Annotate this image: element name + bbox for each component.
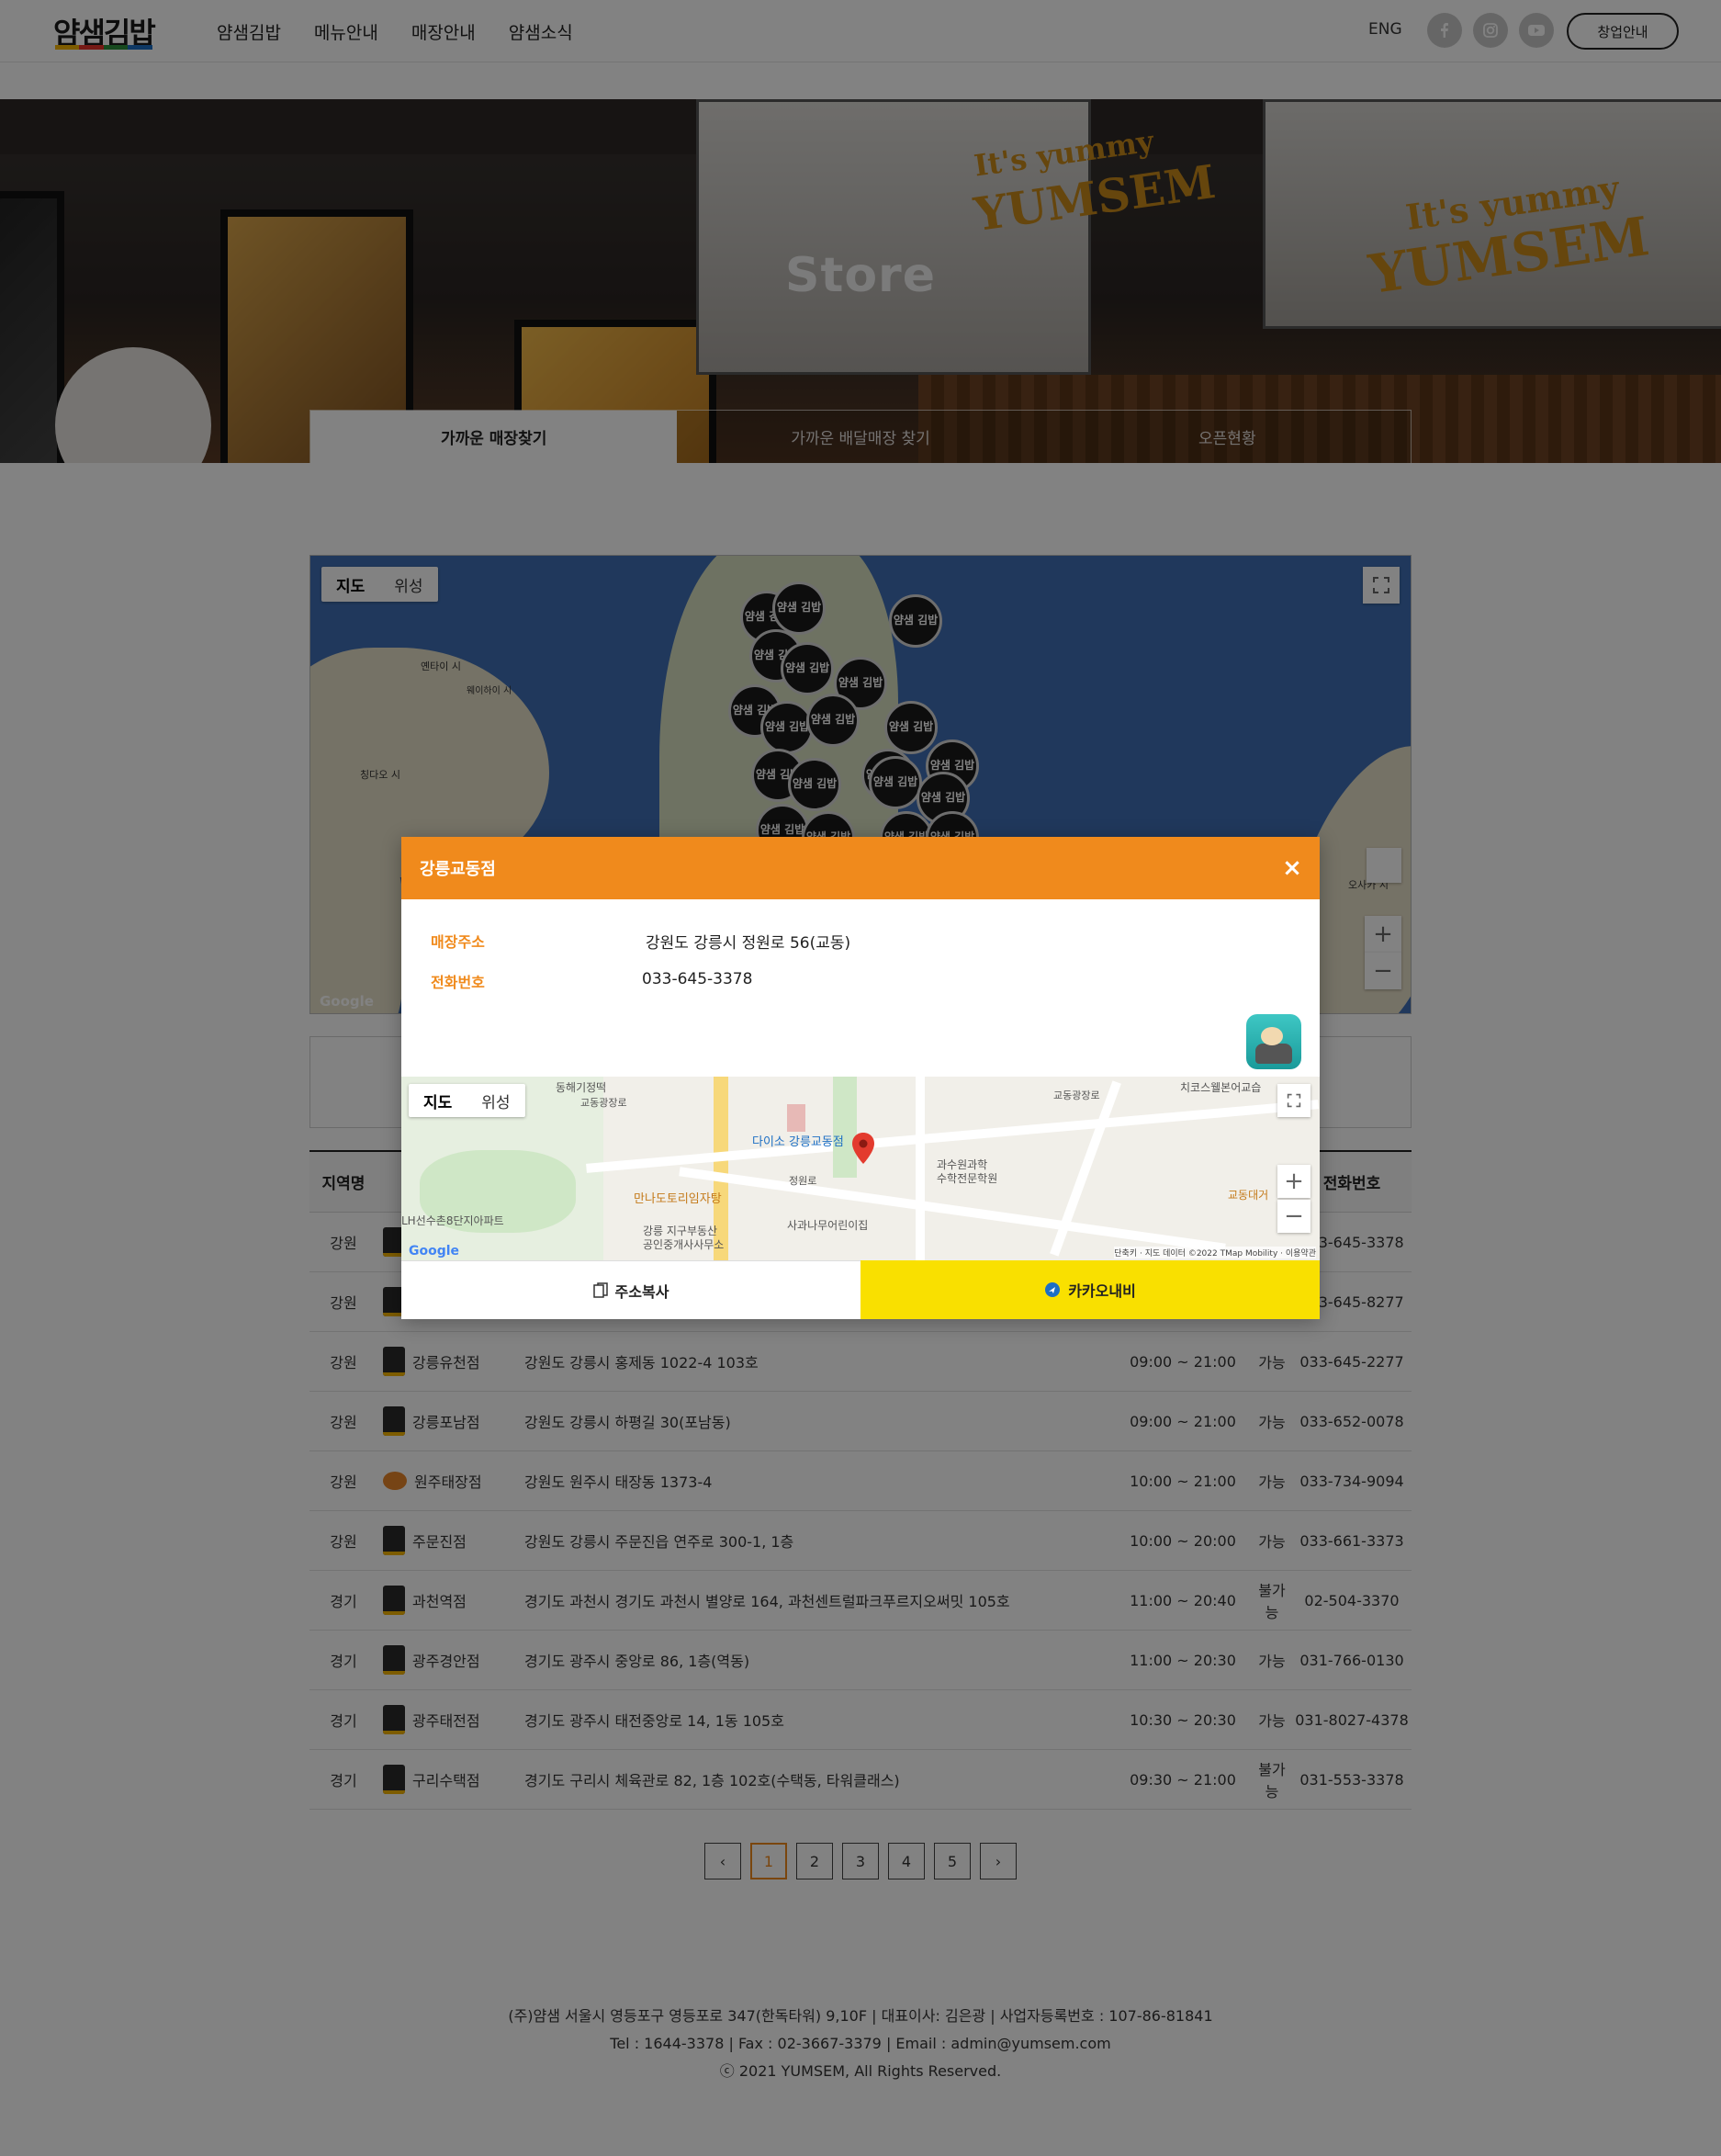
map-label-realty-2: 공인중개사사무소 [643, 1238, 725, 1251]
map-label-daiso: 다이소 강릉교동점 [752, 1135, 844, 1149]
kakao-navi-button[interactable]: 카카오내비 [860, 1260, 1320, 1319]
copy-address-button[interactable]: 주소복사 [401, 1260, 860, 1319]
modal-info: 매장주소 강원도 강릉시 정원로 56(교동) 전화번호 033-645-337… [401, 899, 1320, 1077]
copy-icon [592, 1281, 608, 1298]
copy-address-label: 주소복사 [614, 1282, 669, 1301]
modal-actions: 주소복사 카카오내비 [401, 1260, 1320, 1319]
modal-fullscreen-icon[interactable] [1277, 1084, 1310, 1117]
map-label-road: 교동광장로 [580, 1097, 627, 1109]
map-label-academy-2: 수학전문학원 [937, 1172, 998, 1185]
close-icon[interactable]: × [1279, 855, 1305, 881]
modal-map-type-map[interactable]: 지도 [409, 1084, 467, 1117]
modal-google-attribution: Google [409, 1244, 460, 1259]
map-label-univ: 교동대거 [1228, 1189, 1269, 1202]
modal-store-map[interactable]: 동해기정떡 교동광장로 다이소 강릉교동점 과수원과학 수학전문학원 정원로 만… [401, 1077, 1320, 1260]
phone-label: 전화번호 [431, 974, 485, 991]
map-label-english: 치코스웰본어교습 [1180, 1081, 1262, 1094]
address-label: 매장주소 [431, 933, 485, 951]
modal-map-type-satellite[interactable]: 위성 [467, 1084, 524, 1117]
kakao-navi-icon [1045, 1282, 1061, 1297]
modal-zoom-in-button[interactable]: + [1277, 1165, 1310, 1198]
baemin-app-icon[interactable] [1246, 1014, 1301, 1069]
modal-map-type-toggle: 지도 위성 [409, 1084, 525, 1117]
map-label-apartment: LH선수촌8단지아파트 [401, 1214, 504, 1227]
modal-title: 강릉교동점 [420, 860, 496, 879]
phone-value: 033-645-3378 [642, 970, 753, 988]
modal-header: 강릉교동점 × [401, 837, 1320, 899]
map-label-road-3: 교동광장로 [1053, 1089, 1100, 1101]
modal-map-footer: 단축키 · 지도 데이터 ©2022 TMap Mobility · 이용약관 [1114, 1247, 1316, 1259]
map-label-place: 동해기정떡 [556, 1081, 607, 1094]
kakao-navi-label: 카카오내비 [1068, 1282, 1136, 1300]
location-pin-icon[interactable] [851, 1132, 875, 1165]
modal-zoom-out-button[interactable]: − [1277, 1200, 1310, 1233]
store-detail-modal: 강릉교동점 × 매장주소 강원도 강릉시 정원로 56(교동) 전화번호 033… [401, 837, 1320, 1319]
map-label-restaurant: 만나도토리임자탕 [634, 1192, 722, 1206]
address-value: 강원도 강릉시 정원로 56(교동) [646, 934, 851, 953]
map-label-road-2: 정원로 [789, 1175, 817, 1187]
map-label-kindergarten: 사과나무어린이집 [787, 1219, 869, 1232]
